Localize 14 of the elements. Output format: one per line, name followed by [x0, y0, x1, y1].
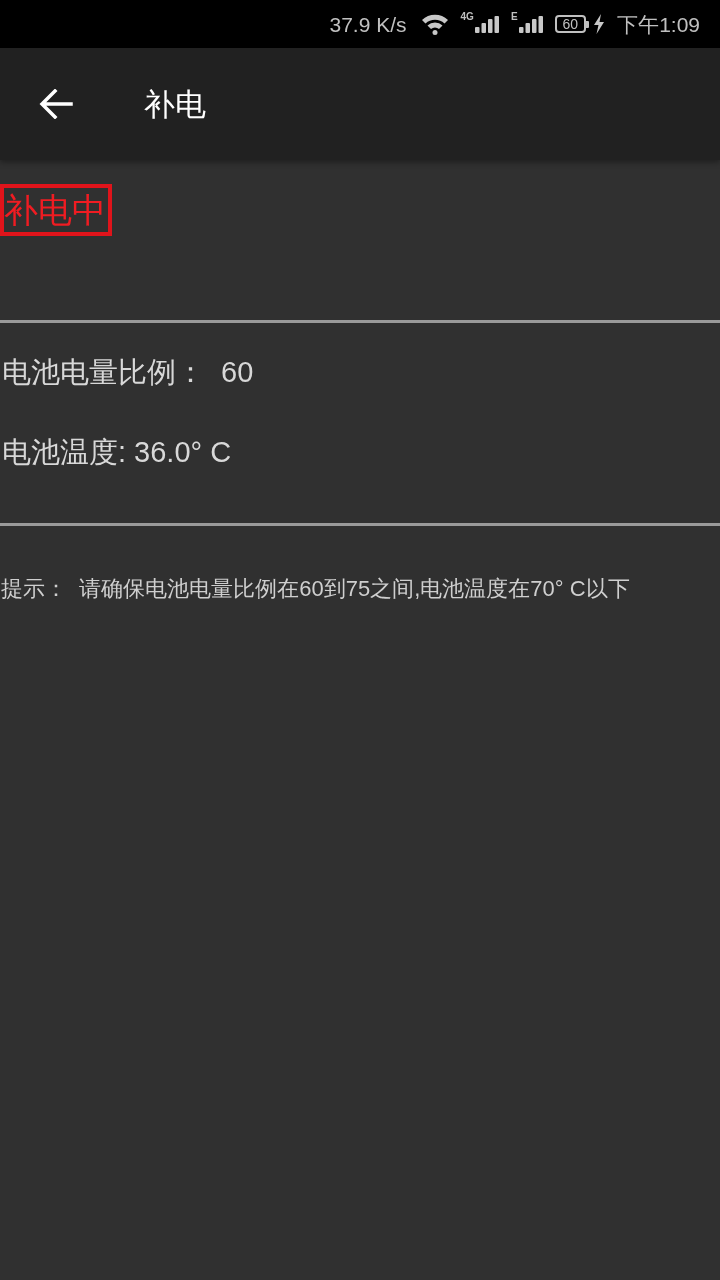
battery-reading: 电池温度: 36.0° C: [1, 435, 232, 469]
signal-bars-icon: [474, 15, 499, 33]
network-type-label: 4G: [460, 11, 474, 22]
signal-bars-icon: [518, 15, 543, 33]
battery-level: 60: [562, 17, 579, 31]
charging-status-label: 补电中: [0, 184, 112, 236]
back-arrow-icon: [39, 89, 73, 119]
page-title: 补电: [144, 88, 206, 120]
clock: 下午1:09: [617, 13, 700, 35]
network-type-label: E: [510, 11, 518, 22]
wifi-icon: [420, 13, 449, 35]
hint-text: 提示： 请确保电池电量比例在60到75之间,电池温度在70° C以下: [0, 575, 630, 603]
network-speed: 37.9 K/s: [329, 13, 407, 35]
battery-reading: 电池电量比例： 60: [1, 355, 254, 389]
